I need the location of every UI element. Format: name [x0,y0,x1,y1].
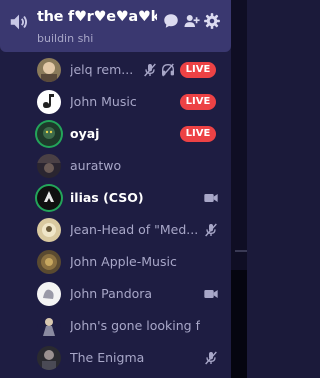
voice-user-row[interactable]: jelq rem... LIVE [32,55,226,85]
add-member-icon[interactable] [183,12,201,30]
user-name: John Pandora [70,286,153,301]
voice-user-row[interactable]: Jean-Head of "Med... [32,215,226,245]
user-name: ilias (CSO) [70,190,144,205]
video-camera-icon [204,290,218,298]
voice-user-row[interactable]: John Pandora [32,279,226,309]
user-name: The Enigma [70,350,145,365]
avatar [37,250,61,274]
voice-user-row[interactable]: John's gone looking for... [32,311,226,341]
avatar [37,282,61,306]
user-name: Jean-Head of "Med... [70,222,199,237]
user-name: auratwo [70,158,122,173]
live-badge: LIVE [180,62,216,78]
channel-subtitle: buildin shi [37,32,94,45]
avatar [37,346,61,370]
deafened-icon [162,63,174,77]
voice-user-row[interactable]: John Apple-Music [32,247,226,277]
live-badge: LIVE [180,126,216,142]
user-name: John's gone looking for... [70,318,200,333]
voice-user-row[interactable]: John Music LIVE [32,87,226,117]
avatar [37,90,61,114]
avatar [37,314,61,338]
dark-region [231,270,247,378]
chat-bubble-icon[interactable] [162,12,180,30]
adjacent-pane-edge [231,0,247,378]
video-camera-icon [204,194,218,202]
channel-name: the f♥r♥e♥a♥k-... [37,9,157,25]
voice-user-row[interactable]: auratwo [32,151,226,181]
muted-mic-icon [205,351,217,365]
voice-channel-header[interactable]: the f♥r♥e♥a♥k-... buildin shi [0,0,231,52]
gear-icon[interactable] [203,12,221,30]
speaker-icon [10,14,28,30]
divider [235,250,247,252]
voice-channel-panel: the f♥r♥e♥a♥k-... buildin shi jel [0,0,231,378]
avatar [37,154,61,178]
user-name: John Apple-Music [70,254,177,269]
voice-user-row[interactable]: oyaj LIVE [32,119,226,149]
avatar [37,218,61,242]
muted-mic-icon [205,223,217,237]
voice-user-row[interactable]: ilias (CSO) [32,183,226,213]
avatar [37,58,61,82]
avatar [37,122,61,146]
voice-user-row[interactable]: The Enigma [32,343,226,373]
muted-mic-icon [144,63,156,77]
live-badge: LIVE [180,94,216,110]
avatar [37,186,61,210]
